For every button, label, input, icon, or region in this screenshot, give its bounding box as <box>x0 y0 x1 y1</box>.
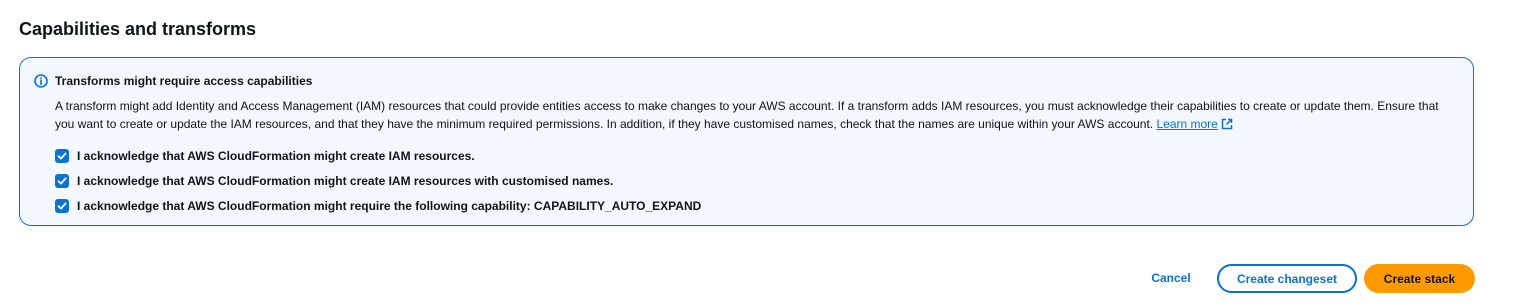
acknowledge-custom-names-checkbox[interactable] <box>55 174 69 188</box>
info-icon <box>34 74 48 88</box>
acknowledge-iam-resources-checkbox-row[interactable]: I acknowledge that AWS CloudFormation mi… <box>55 147 475 165</box>
create-stack-button[interactable]: Create stack <box>1364 264 1475 293</box>
acknowledge-auto-expand-checkbox[interactable] <box>55 199 69 213</box>
acknowledge-auto-expand-checkbox-row[interactable]: I acknowledge that AWS CloudFormation mi… <box>55 197 701 215</box>
acknowledge-custom-names-label[interactable]: I acknowledge that AWS CloudFormation mi… <box>77 174 613 188</box>
acknowledge-iam-resources-label[interactable]: I acknowledge that AWS CloudFormation mi… <box>77 149 475 163</box>
learn-more-label[interactable]: Learn more <box>1156 117 1217 131</box>
info-alert: Transforms might require access capabili… <box>19 57 1474 226</box>
external-link-icon[interactable] <box>1221 117 1233 135</box>
acknowledge-auto-expand-label[interactable]: I acknowledge that AWS CloudFormation mi… <box>77 199 701 213</box>
learn-more-link[interactable]: Learn more <box>1156 117 1233 131</box>
cancel-button[interactable]: Cancel <box>1147 265 1195 291</box>
checkmark-icon <box>57 202 67 210</box>
create-changeset-button[interactable]: Create changeset <box>1217 264 1357 293</box>
alert-body: A transform might add Identity and Acces… <box>55 97 1445 135</box>
checkmark-icon <box>57 152 67 160</box>
acknowledge-iam-resources-checkbox[interactable] <box>55 149 69 163</box>
acknowledge-custom-names-checkbox-row[interactable]: I acknowledge that AWS CloudFormation mi… <box>55 172 613 190</box>
section-title: Capabilities and transforms <box>19 19 257 39</box>
checkmark-icon <box>57 177 67 185</box>
alert-heading: Transforms might require access capabili… <box>55 74 313 88</box>
